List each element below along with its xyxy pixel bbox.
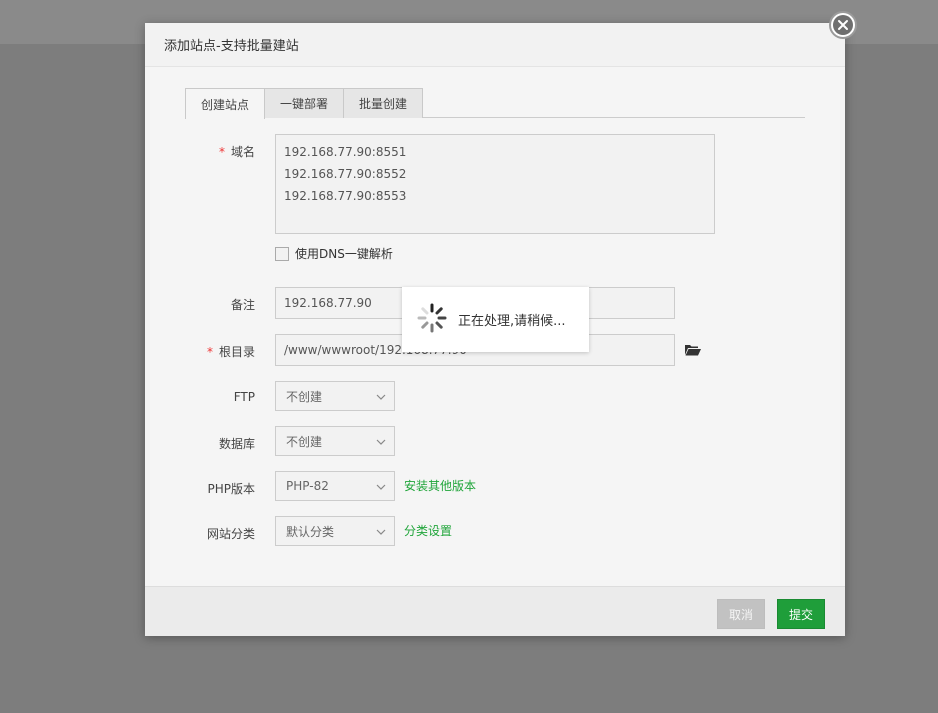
remark-label: 备注 — [230, 298, 255, 312]
tab-create-site[interactable]: 创建站点 — [185, 88, 265, 119]
ftp-label: FTP — [233, 390, 255, 404]
php-select[interactable]: PHP-82 — [275, 471, 395, 501]
domain-line: 192.168.77.90:8551 — [284, 145, 407, 159]
required-mark: * — [206, 345, 213, 359]
database-select-value: 不创建 — [286, 434, 323, 449]
chevron-down-icon — [376, 391, 386, 405]
tab-batch-create[interactable]: 批量创建 — [343, 88, 423, 118]
loading-toast: 正在处理,请稍候... — [402, 287, 589, 352]
dns-checkbox[interactable] — [275, 246, 289, 261]
chevron-down-icon — [376, 481, 386, 495]
close-icon — [833, 15, 853, 35]
domain-textarea[interactable]: 192.168.77.90:8551 192.168.77.90:8552 19… — [275, 134, 715, 234]
spinner-icon — [416, 302, 448, 337]
dns-checkbox-row[interactable]: 使用DNS一键解析 — [275, 245, 393, 262]
submit-button[interactable]: 提交 — [777, 599, 825, 629]
category-settings-link[interactable]: 分类设置 — [404, 522, 452, 539]
php-select-value: PHP-82 — [286, 479, 329, 493]
cancel-button[interactable]: 取消 — [717, 599, 765, 629]
chevron-down-icon — [376, 526, 386, 540]
loading-text: 正在处理,请稍候... — [458, 314, 566, 329]
ftp-select[interactable]: 不创建 — [275, 381, 395, 411]
chevron-down-icon — [376, 436, 386, 450]
domain-line: 192.168.77.90:8552 — [284, 167, 407, 181]
php-label: PHP版本 — [207, 482, 256, 496]
domain-label: * 域名 — [145, 143, 255, 160]
domain-line: 192.168.77.90:8553 — [284, 189, 407, 203]
dns-checkbox-label: 使用DNS一键解析 — [295, 247, 393, 261]
domain-label-text: 域名 — [230, 145, 255, 159]
tab-bar: 创建站点 一键部署 批量创建 — [185, 88, 805, 119]
database-label: 数据库 — [218, 437, 255, 451]
root-dir-label-text: 根目录 — [218, 345, 255, 359]
category-label: 网站分类 — [206, 527, 255, 541]
required-mark: * — [218, 145, 225, 159]
ftp-select-value: 不创建 — [286, 389, 323, 404]
category-select-value: 默认分类 — [286, 524, 335, 539]
category-select[interactable]: 默认分类 — [275, 516, 395, 546]
install-other-version-link[interactable]: 安装其他版本 — [404, 477, 476, 494]
database-select[interactable]: 不创建 — [275, 426, 395, 456]
tab-one-click-deploy[interactable]: 一键部署 — [264, 88, 344, 118]
close-button[interactable] — [829, 11, 857, 39]
dialog-footer: 取消 提交 — [145, 586, 845, 636]
dialog-title: 添加站点-支持批量建站 — [145, 23, 845, 67]
root-dir-label: * 根目录 — [145, 343, 255, 360]
folder-open-icon[interactable] — [685, 344, 701, 359]
